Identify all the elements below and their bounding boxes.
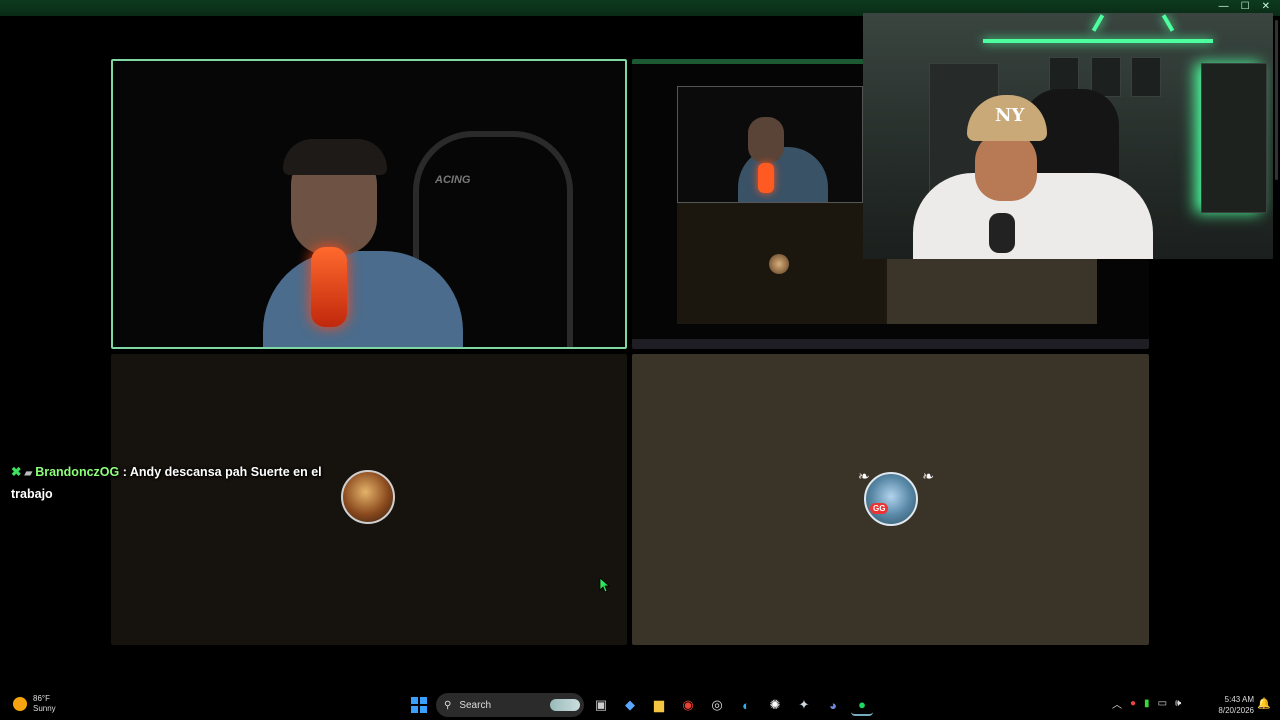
close-button[interactable]: ✕	[1262, 1, 1270, 12]
streamer-webcam: NY	[863, 13, 1273, 259]
chevron-up-icon[interactable]: ︿	[1112, 696, 1122, 711]
steam-icon[interactable]: ✦	[793, 694, 815, 716]
video-tile-participant-camera[interactable]: ACING	[111, 59, 627, 349]
shared-participant-panel	[677, 204, 885, 324]
scrollbar[interactable]	[1275, 20, 1278, 180]
neon-light-peak-1	[1091, 14, 1105, 32]
obs-icon[interactable]: ✺	[764, 694, 786, 716]
microphone-icon[interactable]: ▮	[1144, 698, 1150, 709]
app-tray-icon[interactable]: ●	[1130, 698, 1136, 709]
wings-decoration: ❧ ❧	[858, 468, 934, 484]
shared-avatar-small	[769, 254, 789, 274]
shared-taskbar	[632, 339, 1149, 349]
wall-panel-right	[1201, 63, 1267, 213]
neon-light-peak-2	[1161, 14, 1175, 32]
minimize-button[interactable]: —	[1219, 1, 1229, 12]
search-icon: ⚲	[444, 699, 452, 711]
spotify-icon[interactable]: ●	[851, 694, 873, 716]
shared-camera-preview	[677, 86, 863, 203]
search-highlight-art	[550, 699, 580, 711]
gg-badge: GG	[870, 503, 889, 514]
edge-icon[interactable]: ◐	[735, 694, 757, 716]
participant-avatar-gg[interactable]: ❧ ❧ GG	[858, 468, 934, 526]
video-tile-participant-4[interactable]: ❧ ❧ GG	[632, 354, 1149, 645]
cap-logo-icon: NY	[995, 105, 1025, 126]
file-explorer-icon[interactable]: ▆	[648, 694, 670, 716]
chat-separator: :	[119, 465, 130, 479]
taskbar-clock[interactable]: 5:43 AM 8/20/2026	[1212, 694, 1254, 716]
volume-icon[interactable]: 🕪	[1175, 698, 1181, 709]
window-controls: — ☐ ✕	[1219, 1, 1270, 12]
taskbar-apps: ▣ ◆ ▆ ◉ ◎ ◐ ✺ ✦ ◕ ●	[590, 694, 873, 716]
participant-hair	[283, 139, 387, 175]
windows-start-icon[interactable]	[411, 697, 427, 713]
chat-subscriber-icon: ▰	[24, 468, 33, 479]
clock-date: 8/20/2026	[1218, 706, 1254, 715]
chat-message: ✖ ▰ BrandonczOG : Andy descansa pah Suerte…	[11, 462, 351, 505]
clock-app-icon[interactable]: ◎	[706, 694, 728, 716]
chat-badge-icon: ✖	[11, 465, 22, 479]
screen: — ☐ ✕ ACING ❧ ❧ GG NY ✖ ▰ BrandonczOG: …	[0, 0, 1280, 720]
notification-bell-icon[interactable]: 🔔	[1257, 697, 1271, 710]
chair-brand-text: ACING	[435, 174, 471, 186]
copilot-icon[interactable]: ◆	[619, 694, 641, 716]
taskbar-search[interactable]: ⚲ Search	[436, 693, 584, 717]
weather-condition: Sunny	[33, 704, 56, 713]
maximize-button[interactable]: ☐	[1241, 1, 1250, 12]
windows-taskbar: 86°F Sunny ⚲ Search ▣ ◆ ▆ ◉ ◎ ◐ ✺ ✦ ◕ ● ︿ ● ▮ ▭ 🕪…	[0, 690, 1280, 720]
clock-time: 5:43 AM	[1224, 695, 1254, 704]
streamer-head	[975, 131, 1037, 201]
task-view-icon[interactable]: ▣	[590, 694, 612, 716]
streamer-microphone	[989, 213, 1015, 253]
microphone	[311, 247, 347, 327]
network-icon[interactable]: ▭	[1158, 698, 1167, 709]
weather-widget[interactable]: 86°F Sunny	[13, 694, 56, 714]
chat-username: BrandonczOG	[35, 465, 120, 479]
sun-icon	[13, 697, 27, 711]
cursor-icon	[599, 578, 610, 593]
neon-light	[983, 39, 1213, 43]
wall-frame	[1131, 57, 1161, 97]
chrome-icon[interactable]: ◉	[677, 694, 699, 716]
weather-temp: 86°F	[33, 694, 50, 703]
search-label: Search	[459, 699, 492, 711]
discord-icon[interactable]: ◕	[822, 694, 844, 716]
system-tray: ︿ ● ▮ ▭ 🕪	[1112, 696, 1181, 711]
